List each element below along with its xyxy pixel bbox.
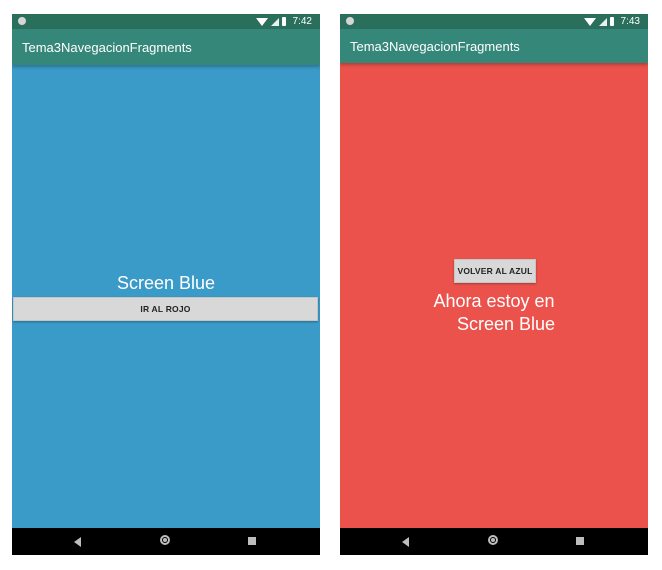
navigation-bar (12, 528, 320, 555)
go-to-red-button[interactable]: IR AL ROJO (13, 297, 318, 321)
recents-icon[interactable] (576, 537, 584, 545)
status-bar: 7:42 (12, 14, 320, 29)
recents-icon[interactable] (248, 537, 256, 545)
home-icon[interactable] (488, 535, 498, 545)
navigation-bar (340, 528, 648, 555)
battery-icon (609, 17, 614, 26)
signal-icon (598, 17, 607, 26)
message-line-1: Ahora estoy en (433, 291, 555, 311)
status-time: 7:43 (620, 16, 640, 27)
back-to-blue-button[interactable]: VOLVER AL AZUL (454, 259, 536, 283)
status-bar: 7:43 (340, 14, 648, 29)
fragment-content: Screen Blue IR AL ROJO (12, 65, 320, 528)
app-bar: Tema3NavegacionFragments (12, 29, 320, 65)
wifi-icon (255, 17, 268, 26)
app-title: Tema3NavegacionFragments (350, 38, 520, 54)
phone-screen-blue: 7:42 Tema3NavegacionFragments Screen Blu… (12, 14, 320, 555)
battery-icon (281, 17, 286, 26)
phone-screen-red: 7:43 Tema3NavegacionFragments VOLVER AL … (340, 14, 648, 555)
fragment-content: VOLVER AL AZUL Ahora estoy en Screen Blu… (340, 63, 648, 528)
notification-dot-icon (346, 17, 354, 25)
screen-title: Screen Blue (116, 273, 216, 293)
signal-icon (270, 17, 279, 26)
message-line-2: Screen Blue (456, 314, 556, 334)
status-time: 7:42 (292, 16, 312, 27)
app-title: Tema3NavegacionFragments (22, 39, 192, 55)
back-icon[interactable] (74, 537, 81, 547)
notification-dot-icon (18, 17, 26, 25)
wifi-icon (583, 17, 596, 26)
home-icon[interactable] (160, 535, 170, 545)
app-bar: Tema3NavegacionFragments (340, 29, 648, 63)
back-icon[interactable] (402, 537, 409, 547)
